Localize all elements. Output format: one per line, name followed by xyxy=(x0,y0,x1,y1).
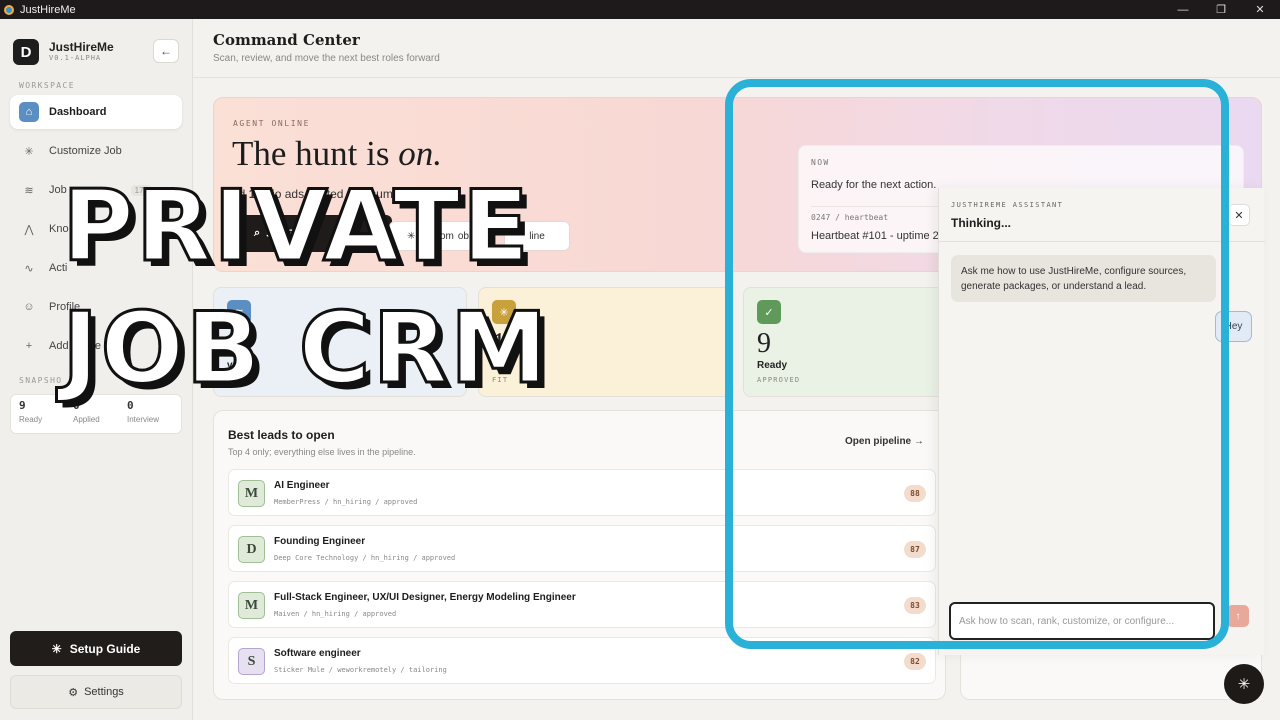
gear-icon: ⚙ xyxy=(68,686,79,699)
layers-icon: ≋ xyxy=(24,184,34,197)
settings-label: Settings xyxy=(84,686,124,698)
assistant-fab-button[interactable]: ✳ xyxy=(1224,664,1264,704)
sparkle-icon: ✳ xyxy=(51,641,62,656)
sidebar-item-label: Dashboard xyxy=(49,106,107,118)
app-icon xyxy=(4,4,14,15)
maximize-button[interactable]: ❐ xyxy=(1206,0,1236,19)
lead-title: Full-Stack Engineer, UX/UI Designer, Ene… xyxy=(274,592,576,603)
send-button[interactable]: ↑ xyxy=(1227,605,1249,627)
close-icon: ✕ xyxy=(1234,209,1244,222)
snapshot-label: SNAPSHO xyxy=(19,376,63,385)
knowledge-icon: ⋀ xyxy=(24,223,34,236)
lead-meta: Sticker Mule / weworkremotely / tailorin… xyxy=(274,666,447,674)
agent-status: AGENT ONLINE xyxy=(233,119,310,128)
setup-guide-label: Setup Guide xyxy=(69,641,141,656)
collapse-sidebar-button[interactable]: ← xyxy=(153,39,179,63)
lead-meta: MemberPress / hn_hiring / approved xyxy=(274,498,418,506)
company-avatar: S xyxy=(238,648,265,675)
brand-version: V0.1-ALPHA xyxy=(49,54,102,62)
lead-score-badge: 82 xyxy=(904,653,926,670)
setup-guide-button[interactable]: ✳ Setup Guide xyxy=(10,631,182,666)
page-subtitle: Scan, review, and move the next best rol… xyxy=(213,53,440,64)
hero-title-emphasis: on. xyxy=(398,134,442,173)
company-avatar: M xyxy=(238,592,265,619)
overlay-title-line1: PRIVATE xyxy=(61,169,531,286)
lead-title: Founding Engineer xyxy=(274,536,366,547)
snapshot-label-text: Applied xyxy=(73,415,100,424)
lead-title: Software engineer xyxy=(274,648,361,659)
lead-meta: Maiven / hn_hiring / approved xyxy=(274,610,397,618)
sparkle-icon: ✳ xyxy=(1237,676,1251,693)
lead-meta: Deep Core Technology / hn_hiring / appro… xyxy=(274,554,456,562)
brand-name: JustHireMe xyxy=(49,40,114,54)
arrow-left-icon: ← xyxy=(160,44,172,58)
snapshot-value: 9 xyxy=(19,399,26,412)
activity-icon: ∿ xyxy=(24,262,34,275)
highlight-frame xyxy=(725,79,1229,649)
workspace-label: WORKSPACE xyxy=(19,81,75,90)
hero-title-main: The hunt is xyxy=(232,134,399,173)
sidebar-item-dashboard[interactable]: ⌂ Dashboard xyxy=(10,95,182,129)
home-icon: ⌂ xyxy=(19,102,39,122)
arrow-up-icon: ↑ xyxy=(1235,610,1241,622)
company-avatar: M xyxy=(238,480,265,507)
page-title: Command Center xyxy=(213,31,360,49)
title-bar: JustHireMe — ❐ ✕ xyxy=(0,0,1280,19)
snapshot-label-text: Ready xyxy=(19,415,43,424)
close-assistant-button[interactable]: ✕ xyxy=(1228,204,1250,226)
brand-logo: D xyxy=(13,39,39,65)
header-divider xyxy=(193,77,1280,78)
sidebar-item-label: Customize Job xyxy=(49,145,122,157)
user-icon: ☺ xyxy=(23,301,35,313)
snapshot-ready: 9 Ready xyxy=(11,395,65,433)
minimize-button[interactable]: — xyxy=(1168,0,1198,19)
company-avatar: D xyxy=(238,536,265,563)
leads-subtitle: Top 4 only; everything else lives in the… xyxy=(228,447,416,457)
overlay-title-line2: JOB CRM xyxy=(61,291,550,408)
sparkle-icon: ✳ xyxy=(24,145,34,158)
hero-title: The hunt is on. xyxy=(232,134,442,174)
leads-title: Best leads to open xyxy=(228,428,335,442)
snapshot-label-text: Interview xyxy=(127,415,160,424)
sidebar-item-customize-job[interactable]: ✳ Customize Job xyxy=(10,134,182,168)
settings-button[interactable]: ⚙ Settings xyxy=(10,675,182,709)
lead-title: AI Engineer xyxy=(274,480,330,491)
window-title: JustHireMe xyxy=(20,3,76,16)
plus-icon: + xyxy=(25,340,33,352)
close-window-button[interactable]: ✕ xyxy=(1245,0,1275,19)
